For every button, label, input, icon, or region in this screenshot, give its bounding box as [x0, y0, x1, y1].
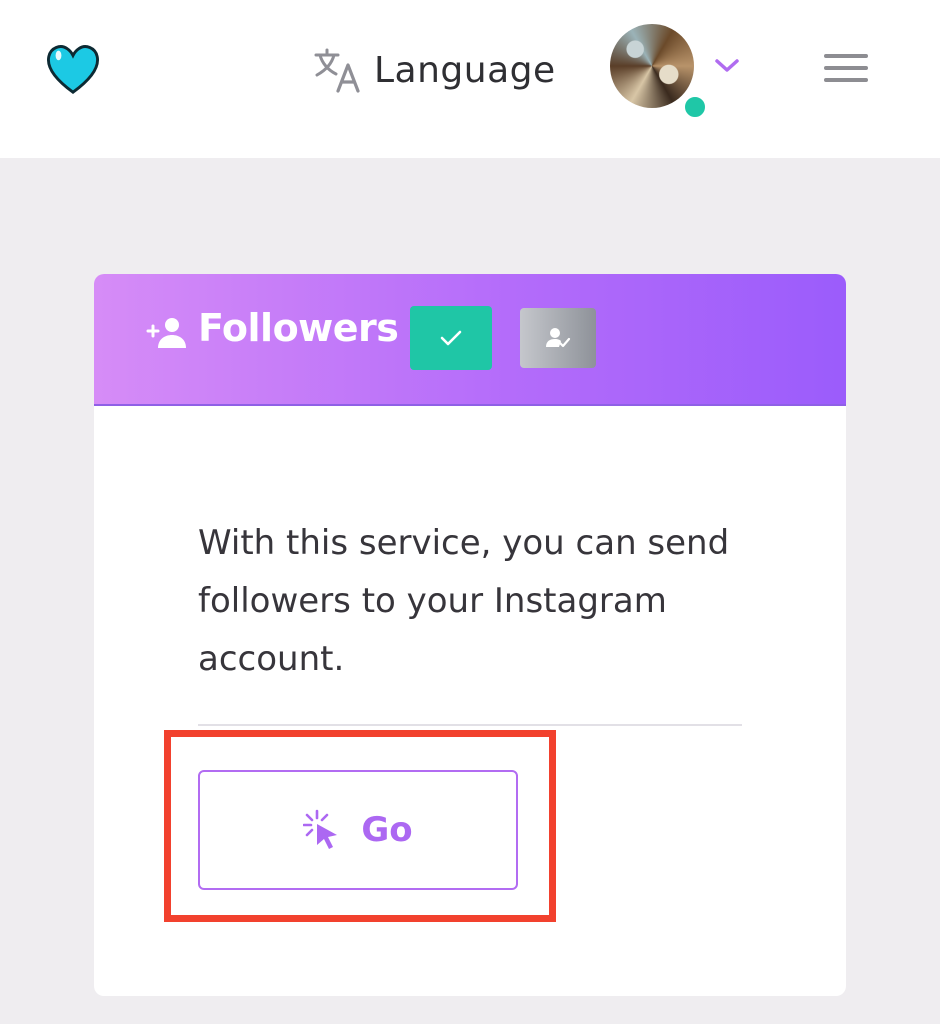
verified-tag[interactable]	[410, 306, 492, 370]
top-navigation-bar: Language	[0, 0, 940, 158]
real-users-tag[interactable]	[520, 308, 596, 368]
user-avatar[interactable]	[610, 24, 708, 120]
language-selector[interactable]: Language	[312, 40, 556, 100]
add-person-icon	[146, 318, 186, 348]
heart-icon[interactable]	[44, 40, 102, 98]
hamburger-menu-icon[interactable]	[824, 50, 868, 86]
chevron-down-icon[interactable]	[714, 58, 740, 74]
user-check-icon	[546, 328, 571, 348]
highlight-box	[164, 730, 556, 922]
online-status-dot	[682, 94, 708, 120]
avatar-image	[610, 24, 694, 108]
card-header: Followers	[94, 274, 846, 406]
language-label: Language	[374, 49, 556, 91]
service-description: With this service, you can send follower…	[198, 523, 730, 679]
check-icon	[440, 330, 462, 346]
divider	[198, 724, 742, 726]
translate-icon	[314, 48, 360, 93]
card-title: Followers	[198, 306, 399, 350]
